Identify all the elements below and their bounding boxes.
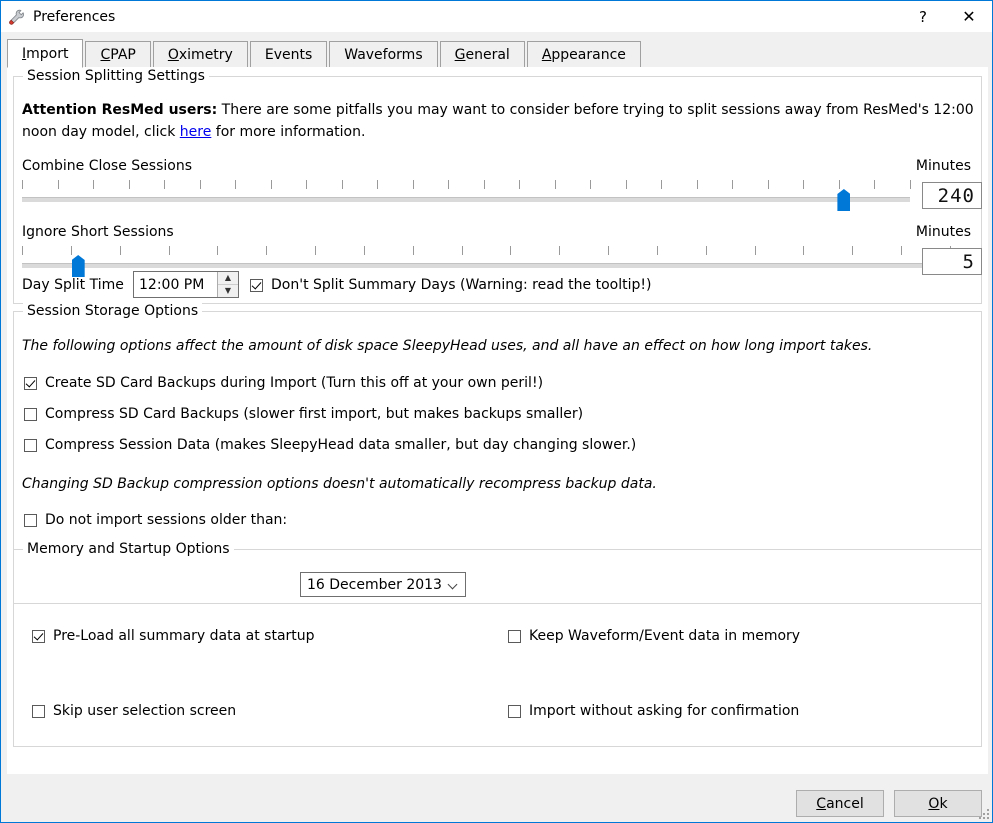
- ignore-slider-handle[interactable]: [71, 255, 85, 277]
- keep-waveform-memory-checkbox[interactable]: Keep Waveform/Event data in memory: [508, 628, 800, 644]
- combine-slider-ticks: [22, 180, 911, 191]
- tab-general-accel: G: [454, 47, 466, 63]
- memory-startup-group: Memory and Startup Options Pre-Load all …: [13, 541, 982, 747]
- wrench-icon: [8, 8, 26, 26]
- ignore-slider-groove: [22, 263, 950, 268]
- stepper-down-icon[interactable]: ▼: [218, 285, 238, 297]
- session-storage-title: Session Storage Options: [23, 303, 203, 319]
- date-limit-checkbox[interactable]: Do not import sessions older than:: [24, 512, 287, 528]
- tab-oximetry-label: ximetry: [178, 47, 233, 63]
- window-controls: ? ✕: [900, 1, 992, 32]
- combine-close-sessions-label: Combine Close Sessions: [22, 158, 192, 174]
- preload-summary-data-label: Pre-Load all summary data at startup: [53, 628, 315, 644]
- day-split-time-stepper[interactable]: ▲ ▼: [217, 272, 238, 297]
- resmed-attention-text: Attention ResMed users: There are some p…: [22, 99, 974, 143]
- dont-split-summary-days-checkbox[interactable]: Don't Split Summary Days (Warning: read …: [250, 277, 651, 293]
- import-without-confirmation-label: Import without asking for confirmation: [529, 703, 800, 719]
- day-split-time-label: Day Split Time: [22, 277, 124, 293]
- ignore-slider-ticks: [22, 246, 951, 257]
- title-bar: Preferences ? ✕: [1, 1, 992, 32]
- tab-general[interactable]: General: [439, 41, 525, 68]
- tab-bar: Import C PAP Oximetry Events Waveforms Ge…: [7, 39, 988, 68]
- tab-import[interactable]: Import: [7, 39, 84, 68]
- compress-sd-backups-box[interactable]: [24, 407, 37, 421]
- tab-general-label: eneral: [465, 47, 510, 63]
- keep-waveform-memory-box[interactable]: [508, 629, 521, 643]
- attention-text-after: for more information.: [211, 124, 366, 140]
- session-splitting-title: Session Splitting Settings: [23, 68, 209, 84]
- combine-close-sessions-slider[interactable]: [22, 180, 911, 211]
- cancel-label: ancel: [826, 795, 864, 812]
- skip-user-selection-label: Skip user selection screen: [53, 703, 237, 719]
- cancel-button[interactable]: Cancel: [796, 790, 884, 817]
- resize-grip[interactable]: [976, 806, 989, 819]
- stepper-up-icon[interactable]: ▲: [218, 272, 238, 285]
- tab-appearance-label: ppearance: [551, 47, 626, 63]
- ok-accel: O: [928, 795, 940, 812]
- day-split-time-value: 12:00 PM: [139, 276, 205, 293]
- attention-bold-prefix: Attention ResMed users:: [22, 102, 218, 118]
- tab-cpap-label: PAP: [110, 47, 136, 63]
- keep-waveform-memory-label: Keep Waveform/Event data in memory: [529, 628, 801, 644]
- date-limit-label: Do not import sessions older than:: [45, 512, 288, 528]
- memory-startup-title: Memory and Startup Options: [23, 541, 234, 557]
- import-without-confirmation-checkbox[interactable]: Import without asking for confirmation: [508, 703, 799, 719]
- compress-sd-backups-checkbox[interactable]: Compress SD Card Backups (slower first i…: [24, 406, 583, 422]
- create-sd-backups-box[interactable]: [24, 376, 37, 390]
- tab-waveforms[interactable]: Waveforms: [329, 41, 438, 68]
- import-tab-panel: Session Splitting Settings Attention Res…: [7, 67, 988, 774]
- storage-note-mid: Changing SD Backup compression options d…: [22, 476, 657, 492]
- tab-cpap-accel: C: [100, 47, 111, 63]
- tab-waveforms-label: Waveforms: [344, 47, 423, 63]
- compress-sd-backups-label: Compress SD Card Backups (slower first i…: [45, 406, 584, 422]
- preferences-dialog: Preferences ? ✕ Import C PAP Oximetry Eve…: [0, 0, 993, 823]
- dont-split-summary-days-box[interactable]: [250, 278, 263, 292]
- ignore-short-units-label: Minutes: [915, 224, 971, 240]
- compress-session-data-label: Compress Session Data (makes SleepyHead …: [45, 437, 637, 453]
- combine-slider-handle[interactable]: [837, 189, 851, 211]
- ignore-short-sessions-label: Ignore Short Sessions: [22, 224, 174, 240]
- compress-session-data-checkbox[interactable]: Compress Session Data (makes SleepyHead …: [24, 437, 636, 453]
- window-title: Preferences: [33, 8, 116, 25]
- storage-note-top: The following options affect the amount …: [22, 338, 873, 354]
- ok-label: k: [939, 795, 948, 812]
- combine-close-sessions-value[interactable]: 240: [922, 182, 982, 209]
- ignore-short-sessions-value[interactable]: 5: [922, 248, 982, 275]
- skip-user-selection-box[interactable]: [32, 704, 45, 718]
- ok-button[interactable]: Ok: [894, 790, 982, 817]
- close-icon[interactable]: ✕: [946, 1, 992, 32]
- combine-slider-groove: [22, 197, 910, 202]
- session-splitting-group: Session Splitting Settings Attention Res…: [13, 68, 982, 304]
- help-button[interactable]: ?: [900, 1, 946, 32]
- preload-summary-data-box[interactable]: [32, 629, 45, 643]
- skip-user-selection-checkbox[interactable]: Skip user selection screen: [32, 703, 236, 719]
- import-without-confirmation-box[interactable]: [508, 704, 521, 718]
- tab-appearance[interactable]: Appearance: [526, 41, 641, 68]
- here-link[interactable]: here: [180, 124, 212, 140]
- combine-close-units-label: Minutes: [915, 158, 971, 174]
- day-split-time-input[interactable]: 12:00 PM ▲ ▼: [133, 271, 239, 298]
- preload-summary-data-checkbox[interactable]: Pre-Load all summary data at startup: [32, 628, 315, 644]
- tab-oximetry[interactable]: Oximetry: [152, 41, 248, 68]
- date-limit-box[interactable]: [24, 513, 37, 527]
- compress-session-data-box[interactable]: [24, 438, 37, 452]
- cancel-accel: C: [816, 795, 827, 812]
- tab-appearance-accel: A: [541, 47, 552, 63]
- tab-oximetry-accel: O: [167, 47, 179, 63]
- create-sd-backups-checkbox[interactable]: Create SD Card Backups during Import (Tu…: [24, 375, 543, 391]
- tab-cpap[interactable]: C PAP: [85, 41, 151, 68]
- tab-events-label: Events: [264, 47, 313, 63]
- tab-import-label: mport: [26, 45, 69, 62]
- dont-split-summary-days-label: Don't Split Summary Days (Warning: read …: [271, 277, 652, 293]
- create-sd-backups-label: Create SD Card Backups during Import (Tu…: [45, 375, 544, 391]
- tab-events[interactable]: Events: [249, 41, 328, 68]
- dialog-button-bar: Cancel Ok: [796, 790, 982, 817]
